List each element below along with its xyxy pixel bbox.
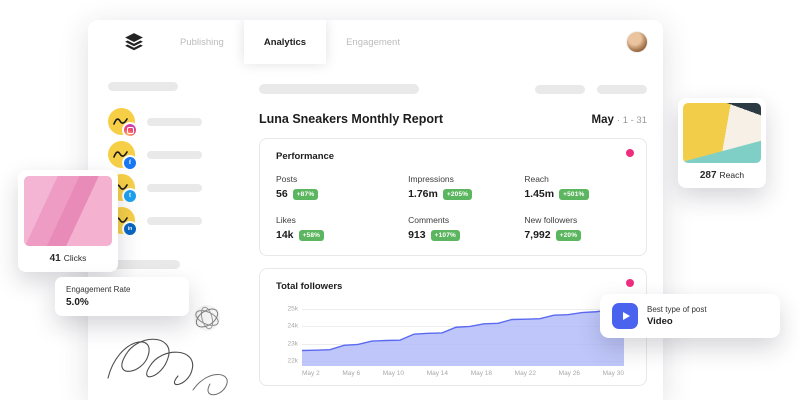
nav-tabs: Publishing Analytics Engagement: [160, 20, 420, 64]
scribble-doodle: [107, 338, 228, 396]
account-row-twitter[interactable]: t: [108, 174, 202, 204]
x-axis-tick: May 2: [302, 370, 320, 377]
y-axis-tick: 23k: [287, 340, 298, 348]
metric-label: Posts: [276, 174, 298, 184]
sidebar-skeleton-bar: [108, 260, 180, 269]
account-avatar[interactable]: f: [108, 141, 138, 171]
report-month: May: [591, 114, 614, 126]
account-name-skeleton: [147, 183, 202, 192]
engagement-value: 5.0%: [66, 297, 89, 308]
account-row-linkedin[interactable]: in: [108, 207, 202, 237]
metric-value: 913: [408, 229, 426, 241]
account-row-facebook[interactable]: f: [108, 141, 202, 171]
x-axis-tick: May 10: [382, 370, 405, 377]
top-navigation-bar: Publishing Analytics Engagement: [88, 20, 663, 65]
metric-label: Reach: [524, 174, 549, 184]
account-name-skeleton: [147, 216, 202, 225]
y-axis-tick: 22k: [287, 357, 298, 365]
y-axis-tick: 24k: [287, 322, 298, 330]
reach-label: Reach: [719, 170, 745, 180]
metric-impressions: Impressions 1.76m +205%: [408, 174, 524, 200]
reach-caption: 287 Reach: [683, 163, 761, 185]
x-axis-tick: May 6: [342, 370, 361, 377]
metric-label: Impressions: [408, 174, 454, 184]
engagement-label: Engagement Rate: [66, 285, 131, 294]
play-icon: [622, 312, 630, 320]
tab-analytics[interactable]: Analytics: [243, 20, 327, 64]
clicks-photo: [24, 176, 112, 246]
twitter-icon: t: [122, 188, 138, 204]
metric-value: 7,992: [524, 229, 551, 241]
metric-reach: Reach 1.45m +501%: [524, 174, 630, 200]
facebook-icon: f: [122, 155, 138, 171]
account-row-instagram[interactable]: [108, 108, 202, 138]
best-post-card: Best type of post Video: [600, 294, 780, 338]
best-post-label: Best type of post: [647, 305, 707, 314]
metric-new-followers: New followers 7,992 +20%: [524, 215, 630, 241]
engagement-rate-card: Engagement Rate 5.0%: [55, 277, 189, 316]
reach-photo-card: 287 Reach: [678, 98, 766, 188]
metric-likes: Likes 14k +58%: [276, 215, 408, 241]
user-avatar[interactable]: [627, 32, 647, 52]
performance-card-title: Performance: [276, 151, 335, 162]
report-date-range: May · 1 - 31: [592, 114, 647, 126]
performance-metrics-grid: Posts 56 +87% Impressions 1.76m +205% Re…: [276, 174, 630, 241]
clicks-value: 41: [49, 253, 61, 264]
sidebar-skeleton-bar: [108, 82, 178, 91]
metric-delta-badge: +58%: [298, 229, 325, 241]
metric-label: New followers: [524, 215, 578, 225]
clicks-label: Clicks: [63, 253, 87, 263]
toolbar-skeleton-button: [597, 84, 647, 94]
metric-delta-badge: +205%: [442, 188, 473, 200]
total-followers-card: Total followers 25k 24k 23k 22k May 2 Ma…: [259, 268, 647, 386]
x-axis-tick: May 26: [558, 370, 580, 377]
reach-value: 287: [699, 170, 717, 181]
x-axis-tick: May 22: [514, 370, 536, 377]
toolbar-skeleton-row: [259, 84, 647, 94]
account-name-skeleton: [147, 117, 202, 126]
pink-dot-icon: [626, 279, 634, 287]
metric-label: Comments: [408, 215, 450, 225]
report-range: · 1 - 31: [616, 115, 647, 126]
clicks-caption: 41 Clicks: [24, 246, 112, 268]
reach-photo: [683, 103, 761, 163]
screenshot-canvas: Publishing Analytics Engagement f t in L…: [0, 0, 800, 400]
video-icon: [612, 303, 638, 329]
area-chart-svg: [302, 304, 624, 366]
metric-label: Likes: [276, 215, 296, 225]
metric-posts: Posts 56 +87%: [276, 174, 408, 200]
metric-delta-badge: +107%: [430, 229, 461, 241]
x-axis-tick: May 14: [426, 370, 449, 377]
main-content: Luna Sneakers Monthly Report May · 1 - 31…: [235, 64, 663, 400]
tab-engagement[interactable]: Engagement: [326, 20, 420, 64]
performance-card: Performance Posts 56 +87% Impressions 1.…: [259, 138, 647, 256]
report-header: Luna Sneakers Monthly Report May · 1 - 31: [259, 112, 647, 126]
metric-value: 14k: [276, 229, 294, 241]
x-axis-labels: May 2 May 6 May 10 May 14 May 18 May 22 …: [302, 370, 624, 377]
metric-value: 1.76m: [408, 188, 438, 200]
pink-dot-icon: [626, 149, 634, 157]
metric-value: 1.45m: [524, 188, 555, 200]
followers-area-chart: 25k 24k 23k 22k: [288, 304, 624, 366]
metric-delta-badge: +87%: [292, 188, 319, 200]
x-axis-tick: May 18: [470, 370, 493, 377]
y-axis-tick: 25k: [287, 305, 298, 313]
account-avatar[interactable]: [108, 108, 138, 138]
metric-value: 56: [276, 188, 288, 200]
tab-publishing[interactable]: Publishing: [160, 20, 244, 64]
clicks-photo-card: 41 Clicks: [18, 170, 118, 272]
account-name-skeleton: [147, 150, 202, 159]
toolbar-skeleton-button: [535, 84, 585, 94]
metric-delta-badge: +501%: [559, 188, 589, 200]
app-logo-layers-icon[interactable]: [124, 32, 144, 52]
followers-card-title: Total followers: [276, 281, 343, 292]
toolbar-skeleton-bar: [259, 84, 419, 94]
linkedin-icon: in: [122, 221, 138, 237]
metric-delta-badge: +20%: [555, 229, 582, 241]
metric-comments: Comments 913 +107%: [408, 215, 524, 241]
instagram-icon: [122, 122, 138, 138]
report-title: Luna Sneakers Monthly Report: [259, 112, 444, 126]
best-post-value: Video: [647, 316, 673, 327]
x-axis-tick: May 30: [602, 370, 624, 377]
